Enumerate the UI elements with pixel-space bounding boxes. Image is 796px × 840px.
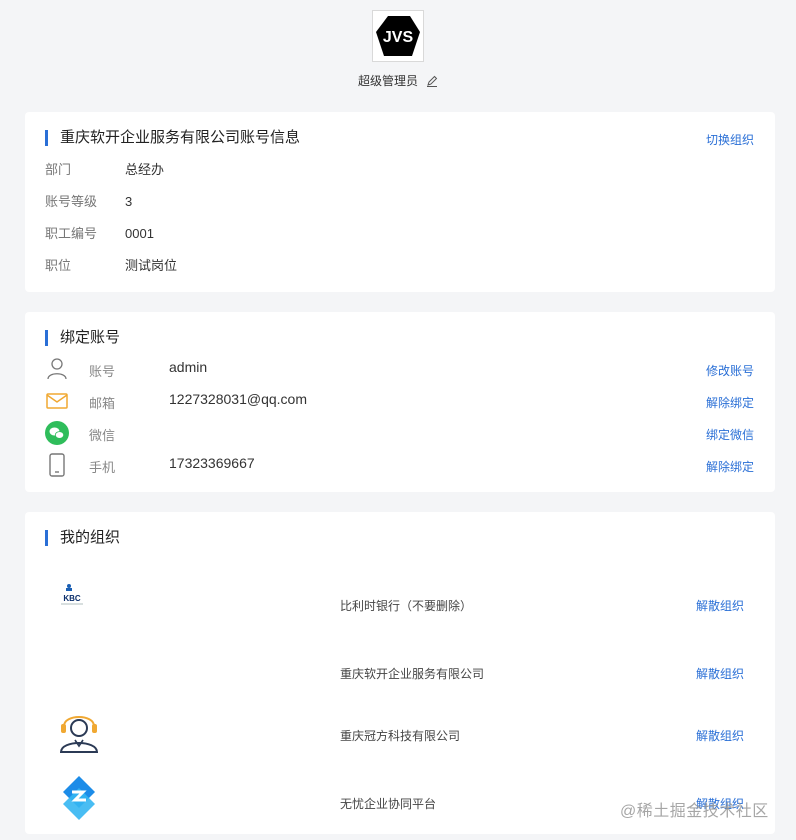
wuyou-logo-icon xyxy=(55,774,103,822)
binding-value: admin xyxy=(169,359,208,375)
org-row: 重庆软开企业服务有限公司 解散组织 xyxy=(25,650,775,710)
wechat-icon xyxy=(45,421,69,445)
field-label: 职工编号 xyxy=(45,226,98,241)
binding-row-wechat: 微信 绑定微信 xyxy=(45,421,775,445)
user-name: 超级管理员 xyxy=(357,74,418,88)
field-value: 总经办 xyxy=(125,162,165,177)
svg-text:KBC: KBC xyxy=(63,594,81,603)
field-label: 账号等级 xyxy=(45,194,98,209)
binding-row-phone: 手机 17323369667 解除绑定 xyxy=(45,453,775,477)
binding-value: 1227328031@qq.com xyxy=(169,391,307,407)
dissolve-org-link[interactable]: 解散组织 xyxy=(696,727,744,744)
bind-wechat-link[interactable]: 绑定微信 xyxy=(706,426,754,443)
account-info-title: 重庆软开企业服务有限公司账号信息 xyxy=(45,129,300,147)
unbind-email-link[interactable]: 解除绑定 xyxy=(706,394,754,411)
field-row-employee-id: 职工编号 0001 xyxy=(45,226,154,242)
avatar[interactable]: JVS xyxy=(372,10,424,62)
field-label: 职位 xyxy=(45,258,72,273)
unbind-phone-link[interactable]: 解除绑定 xyxy=(706,458,754,475)
field-value: 测试岗位 xyxy=(125,258,178,273)
binding-label: 邮箱 xyxy=(89,396,116,411)
support-agent-logo-icon xyxy=(55,706,103,754)
bindings-card: 绑定账号 账号 admin 修改账号 邮箱 1227328031@qq.com … xyxy=(25,312,775,492)
dissolve-org-link[interactable]: 解散组织 xyxy=(696,665,744,682)
kbc-logo-icon: KBC xyxy=(55,582,103,630)
user-icon xyxy=(45,357,69,381)
phone-icon xyxy=(45,453,69,477)
orgs-title: 我的组织 xyxy=(45,529,120,547)
binding-row-account: 账号 admin 修改账号 xyxy=(45,357,775,381)
jvs-logo-icon: JVS xyxy=(376,16,420,56)
binding-label: 微信 xyxy=(89,428,116,443)
field-row-position: 职位 测试岗位 xyxy=(45,258,177,274)
mail-icon xyxy=(45,389,69,413)
org-name: 比利时银行（不要删除） xyxy=(340,599,473,613)
org-name: 无忧企业协同平台 xyxy=(340,797,437,811)
field-value: 0001 xyxy=(125,226,154,241)
profile-header: JVS 超级管理员 xyxy=(0,10,796,89)
binding-label: 手机 xyxy=(89,460,116,475)
binding-label: 账号 xyxy=(89,364,116,379)
account-info-card: 重庆软开企业服务有限公司账号信息 切换组织 部门 总经办 账号等级 3 职工编号 00… xyxy=(25,112,775,292)
orgs-card: 我的组织 KBC 比利时银行（不要删除） 解散组织 重庆软开企业服务有限公司 解… xyxy=(25,512,775,834)
org-name: 重庆软开企业服务有限公司 xyxy=(340,667,485,681)
edit-icon[interactable] xyxy=(426,75,438,87)
field-row-level: 账号等级 3 xyxy=(45,194,132,210)
field-label: 部门 xyxy=(45,162,72,177)
org-row: 重庆冠方科技有限公司 解散组织 xyxy=(25,706,775,766)
field-value: 3 xyxy=(125,194,133,209)
dissolve-org-link[interactable]: 解散组织 xyxy=(696,597,744,614)
switch-org-link[interactable]: 切换组织 xyxy=(706,131,754,148)
org-name: 重庆冠方科技有限公司 xyxy=(340,729,461,743)
watermark: @稀土掘金技术社区 xyxy=(620,803,769,820)
org-row: KBC 比利时银行（不要删除） 解散组织 xyxy=(25,582,775,642)
field-row-department: 部门 总经办 xyxy=(45,162,164,178)
bindings-title: 绑定账号 xyxy=(45,329,120,347)
avatar-text: JVS xyxy=(383,29,414,46)
binding-value: 17323369667 xyxy=(169,455,255,471)
modify-account-link[interactable]: 修改账号 xyxy=(706,362,754,379)
binding-row-email: 邮箱 1227328031@qq.com 解除绑定 xyxy=(45,389,775,413)
